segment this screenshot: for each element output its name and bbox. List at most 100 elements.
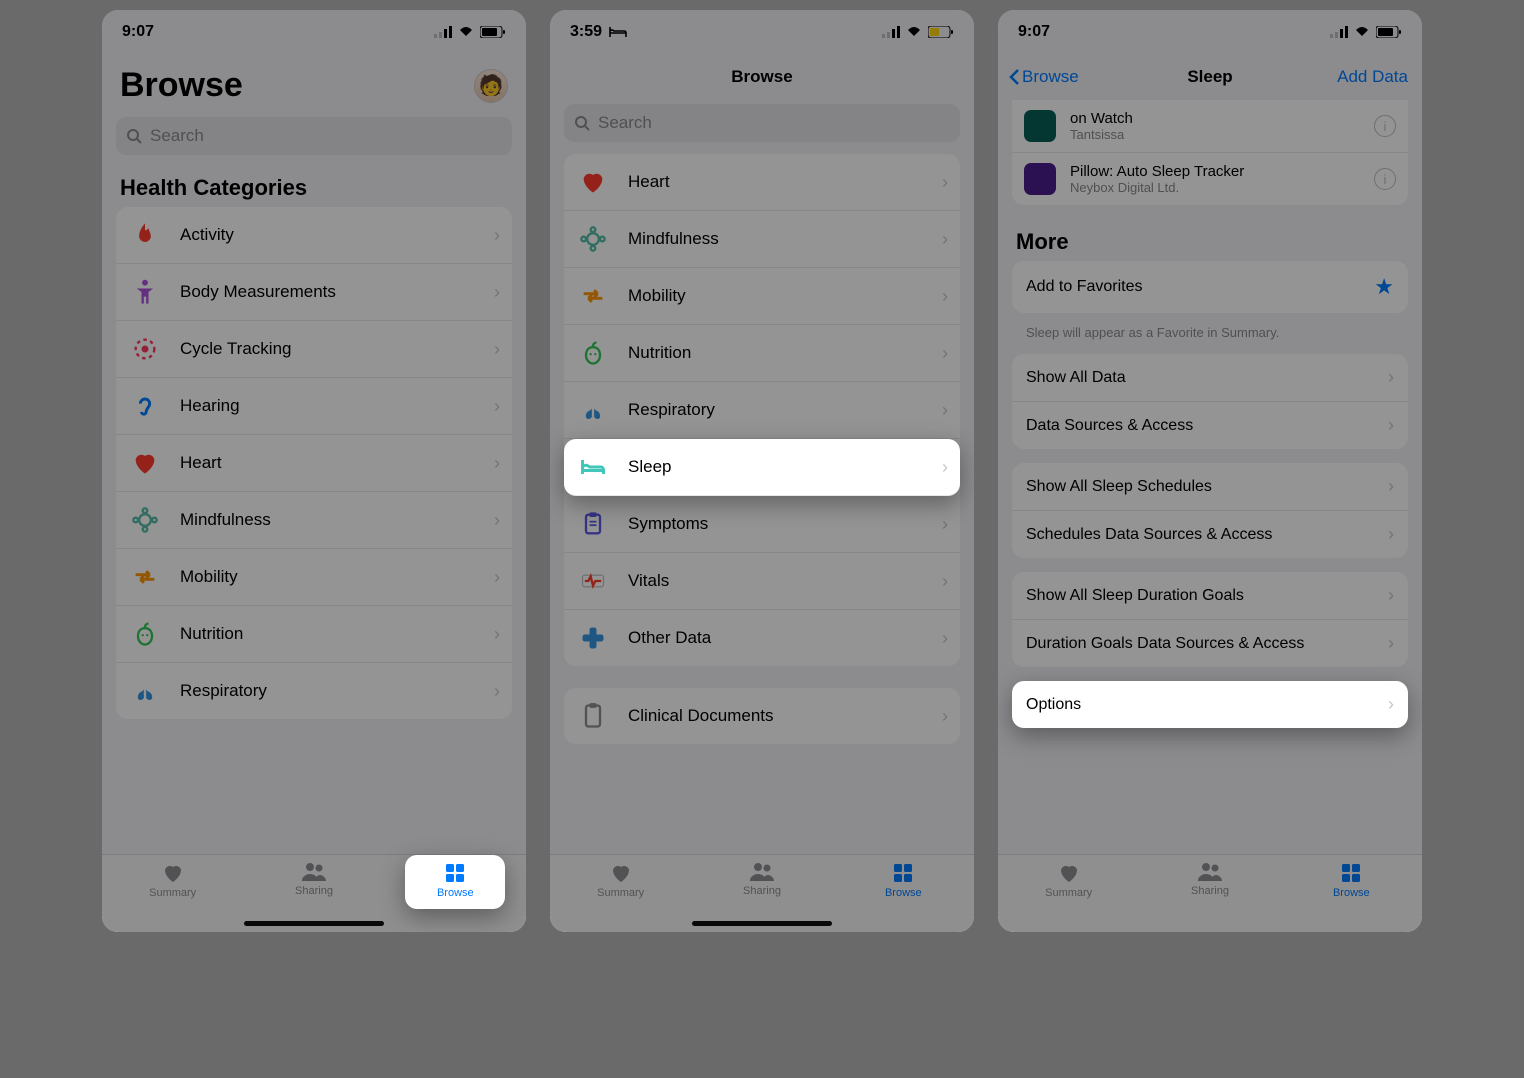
lungs-icon [128,677,162,705]
tab-sharing[interactable]: Sharing [264,861,364,897]
section-header: Health Categories [102,165,526,207]
nav-bar: Browse Sleep Add Data [998,54,1422,100]
tab-browse[interactable]: Browse [1301,861,1401,899]
category-other-data[interactable]: Other Data › [564,610,960,666]
heart-icon [1056,861,1082,885]
app-on-watch[interactable]: on Watch Tantsissa i [1012,100,1408,153]
options-button[interactable]: Options › [1012,681,1408,728]
signal-icon [434,26,452,38]
grid-icon [891,861,915,885]
category-mobility[interactable]: Mobility › [564,268,960,325]
show-all-sleep-schedules[interactable]: Show All Sleep Schedules› [1012,463,1408,511]
tab-label: Summary [149,887,196,899]
app-info: on Watch Tantsissa [1070,110,1360,142]
category-mobility[interactable]: Mobility › [116,549,512,606]
tab-browse[interactable]: Browse [405,855,505,909]
chevron-left-icon [1008,68,1020,86]
tab-label: Summary [1045,887,1092,899]
tab-label: Sharing [295,885,333,897]
chevron-right-icon: › [494,567,500,588]
chevron-right-icon: › [494,624,500,645]
app-icon [1024,163,1056,195]
category-activity[interactable]: Activity › [116,207,512,264]
more-header: More [998,219,1422,261]
favorites-label: Add to Favorites [1026,278,1374,296]
category-body-measurements[interactable]: Body Measurements › [116,264,512,321]
search-input[interactable]: Search [564,104,960,142]
data-sources-access[interactable]: Data Sources & Access› [1012,402,1408,449]
category-mindfulness[interactable]: Mindfulness › [116,492,512,549]
category-symptoms[interactable]: Symptoms › [564,496,960,553]
category-clinical-documents[interactable]: Clinical Documents › [564,688,960,744]
category-nutrition[interactable]: Nutrition › [564,325,960,382]
search-placeholder: Search [598,113,652,133]
category-label: Mobility [180,567,476,587]
schedules-data-sources-access[interactable]: Schedules Data Sources & Access› [1012,511,1408,558]
app-title: Pillow: Auto Sleep Tracker [1070,163,1360,180]
app-publisher: Tantsissa [1070,127,1360,142]
category-nutrition[interactable]: Nutrition › [116,606,512,663]
signal-icon [882,26,900,38]
other-icon [576,624,610,652]
tab-summary[interactable]: Summary [1019,861,1119,899]
doc-icon [576,702,610,730]
chevron-right-icon: › [494,339,500,360]
battery-icon [480,26,506,38]
category-label: Mindfulness [180,510,476,530]
tab-label: Browse [437,887,474,899]
apple-icon [576,339,610,367]
item-label: Duration Goals Data Sources & Access [1026,635,1388,653]
duration-goals-data-sources-access[interactable]: Duration Goals Data Sources & Access› [1012,620,1408,667]
ear-icon [128,392,162,420]
category-heart[interactable]: Heart › [116,435,512,492]
app-title: on Watch [1070,110,1360,127]
category-mindfulness[interactable]: Mindfulness › [564,211,960,268]
category-vitals[interactable]: Vitals › [564,553,960,610]
category-label: Nutrition [628,343,924,363]
tab-sharing[interactable]: Sharing [712,861,812,897]
app-pillow-auto-sleep-tracker[interactable]: Pillow: Auto Sleep Tracker Neybox Digita… [1012,153,1408,205]
back-button[interactable]: Browse [1008,67,1079,87]
heart-icon [608,861,634,885]
category-sleep[interactable]: Sleep › [564,439,960,496]
category-label: Mobility [628,286,924,306]
options-row: Options › [1012,681,1408,728]
category-label: Activity [180,225,476,245]
cycle-icon [128,335,162,363]
category-respiratory[interactable]: Respiratory › [116,663,512,719]
category-cycle-tracking[interactable]: Cycle Tracking › [116,321,512,378]
info-icon[interactable]: i [1374,115,1396,137]
category-label: Clinical Documents [628,706,924,726]
profile-avatar[interactable]: 🧑 [474,69,508,103]
show-all-sleep-duration-goals[interactable]: Show All Sleep Duration Goals› [1012,572,1408,620]
tab-summary[interactable]: Summary [571,861,671,899]
tab-summary[interactable]: Summary [123,861,223,899]
add-to-favorites[interactable]: Add to Favorites ★ [1012,261,1408,313]
chevron-right-icon: › [1388,694,1394,715]
show-all-data[interactable]: Show All Data› [1012,354,1408,402]
item-label: Show All Sleep Duration Goals [1026,587,1388,605]
category-heart[interactable]: Heart › [564,154,960,211]
heart-icon [128,449,162,477]
chevron-right-icon: › [942,229,948,250]
records-list: Clinical Documents › [564,688,960,744]
chevron-right-icon: › [942,706,948,727]
info-icon[interactable]: i [1374,168,1396,190]
chevron-right-icon: › [942,571,948,592]
apple-icon [128,620,162,648]
status-icons [882,26,954,38]
search-input[interactable]: Search [116,117,512,155]
category-hearing[interactable]: Hearing › [116,378,512,435]
add-data-button[interactable]: Add Data [1337,67,1408,87]
tab-label: Browse [885,887,922,899]
content-area: on Watch Tantsissa i Pillow: Auto Sleep … [998,100,1422,854]
flame-icon [128,221,162,249]
category-label: Cycle Tracking [180,339,476,359]
tab-sharing[interactable]: Sharing [1160,861,1260,897]
people-icon [749,861,775,883]
tab-browse[interactable]: Browse [853,861,953,899]
data-group: Show All Data›Data Sources & Access› [1012,354,1408,449]
category-respiratory[interactable]: Respiratory › [564,382,960,439]
status-bar: 9:07 [998,10,1422,54]
apps-list: on Watch Tantsissa i Pillow: Auto Sleep … [1012,100,1408,205]
